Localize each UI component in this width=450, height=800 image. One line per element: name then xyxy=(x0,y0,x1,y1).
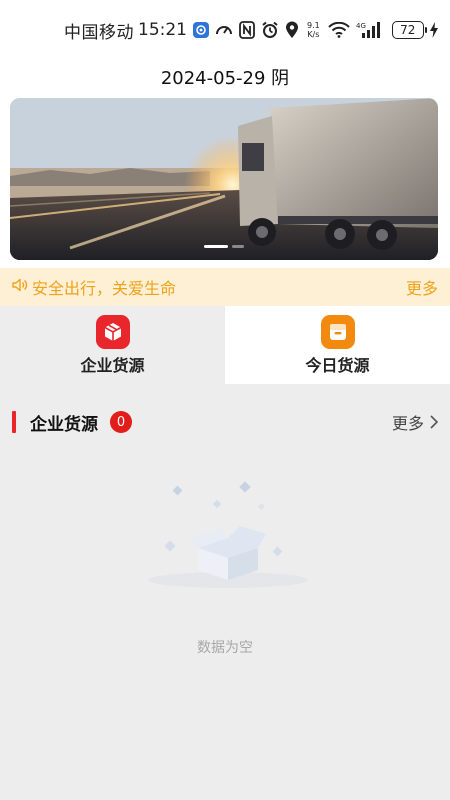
charging-bolt-icon xyxy=(429,22,438,38)
battery-level: 72 xyxy=(400,23,416,37)
tab-enterprise-source[interactable]: 企业货源 xyxy=(0,306,225,384)
carousel-dot xyxy=(232,245,244,248)
svg-text:4G: 4G xyxy=(356,22,366,30)
tab-label: 企业货源 xyxy=(80,355,145,375)
tab-today-source[interactable]: 今日货源 xyxy=(225,306,450,384)
section-header: 企业货源 0 更多 xyxy=(0,404,450,440)
alarm-icon xyxy=(261,21,279,39)
notice-text: 安全出行，关爱生命 xyxy=(32,279,177,298)
source-tabs: 企业货源 今日货源 xyxy=(0,306,450,384)
nfc-icon xyxy=(239,21,255,39)
notice-bar: 安全出行，关爱生命 更多 xyxy=(0,268,450,306)
chevron-right-icon xyxy=(430,415,438,429)
network-speed: 9.1 K/s xyxy=(307,21,320,39)
truck-banner-image xyxy=(10,98,438,260)
carousel-dot-active xyxy=(204,245,228,248)
speedometer-icon xyxy=(215,21,233,39)
more-label: 更多 xyxy=(391,414,424,433)
count-badge: 0 xyxy=(110,411,132,433)
banner-carousel[interactable] xyxy=(10,98,438,260)
empty-state-text: 数据为空 xyxy=(197,640,253,656)
section-more-link[interactable]: 更多 xyxy=(392,410,438,434)
section-accent-bar xyxy=(12,411,16,433)
carrier-name: 中国移动 xyxy=(64,22,134,43)
box-icon xyxy=(95,314,130,349)
status-bar: 中国移动 15:21 9.1 K/s 4G 72 xyxy=(0,0,450,60)
app-notification-icon xyxy=(193,22,209,38)
clock-time: 15:21 xyxy=(138,20,187,40)
section-title: 企业货源 xyxy=(30,414,98,435)
date-weather: 2024-05-29 阴 xyxy=(160,68,290,89)
speaker-icon xyxy=(12,277,28,297)
cellular-signal-icon: 4G xyxy=(356,21,382,39)
battery-indicator: 72 xyxy=(391,21,427,39)
carousel-indicator xyxy=(204,245,244,248)
location-icon xyxy=(285,21,299,39)
empty-box-illustration xyxy=(140,476,320,596)
wifi-icon xyxy=(328,22,350,38)
notice-more-link[interactable]: 更多 xyxy=(406,275,438,299)
inbox-icon xyxy=(320,314,355,349)
tab-label: 今日货源 xyxy=(305,355,370,375)
